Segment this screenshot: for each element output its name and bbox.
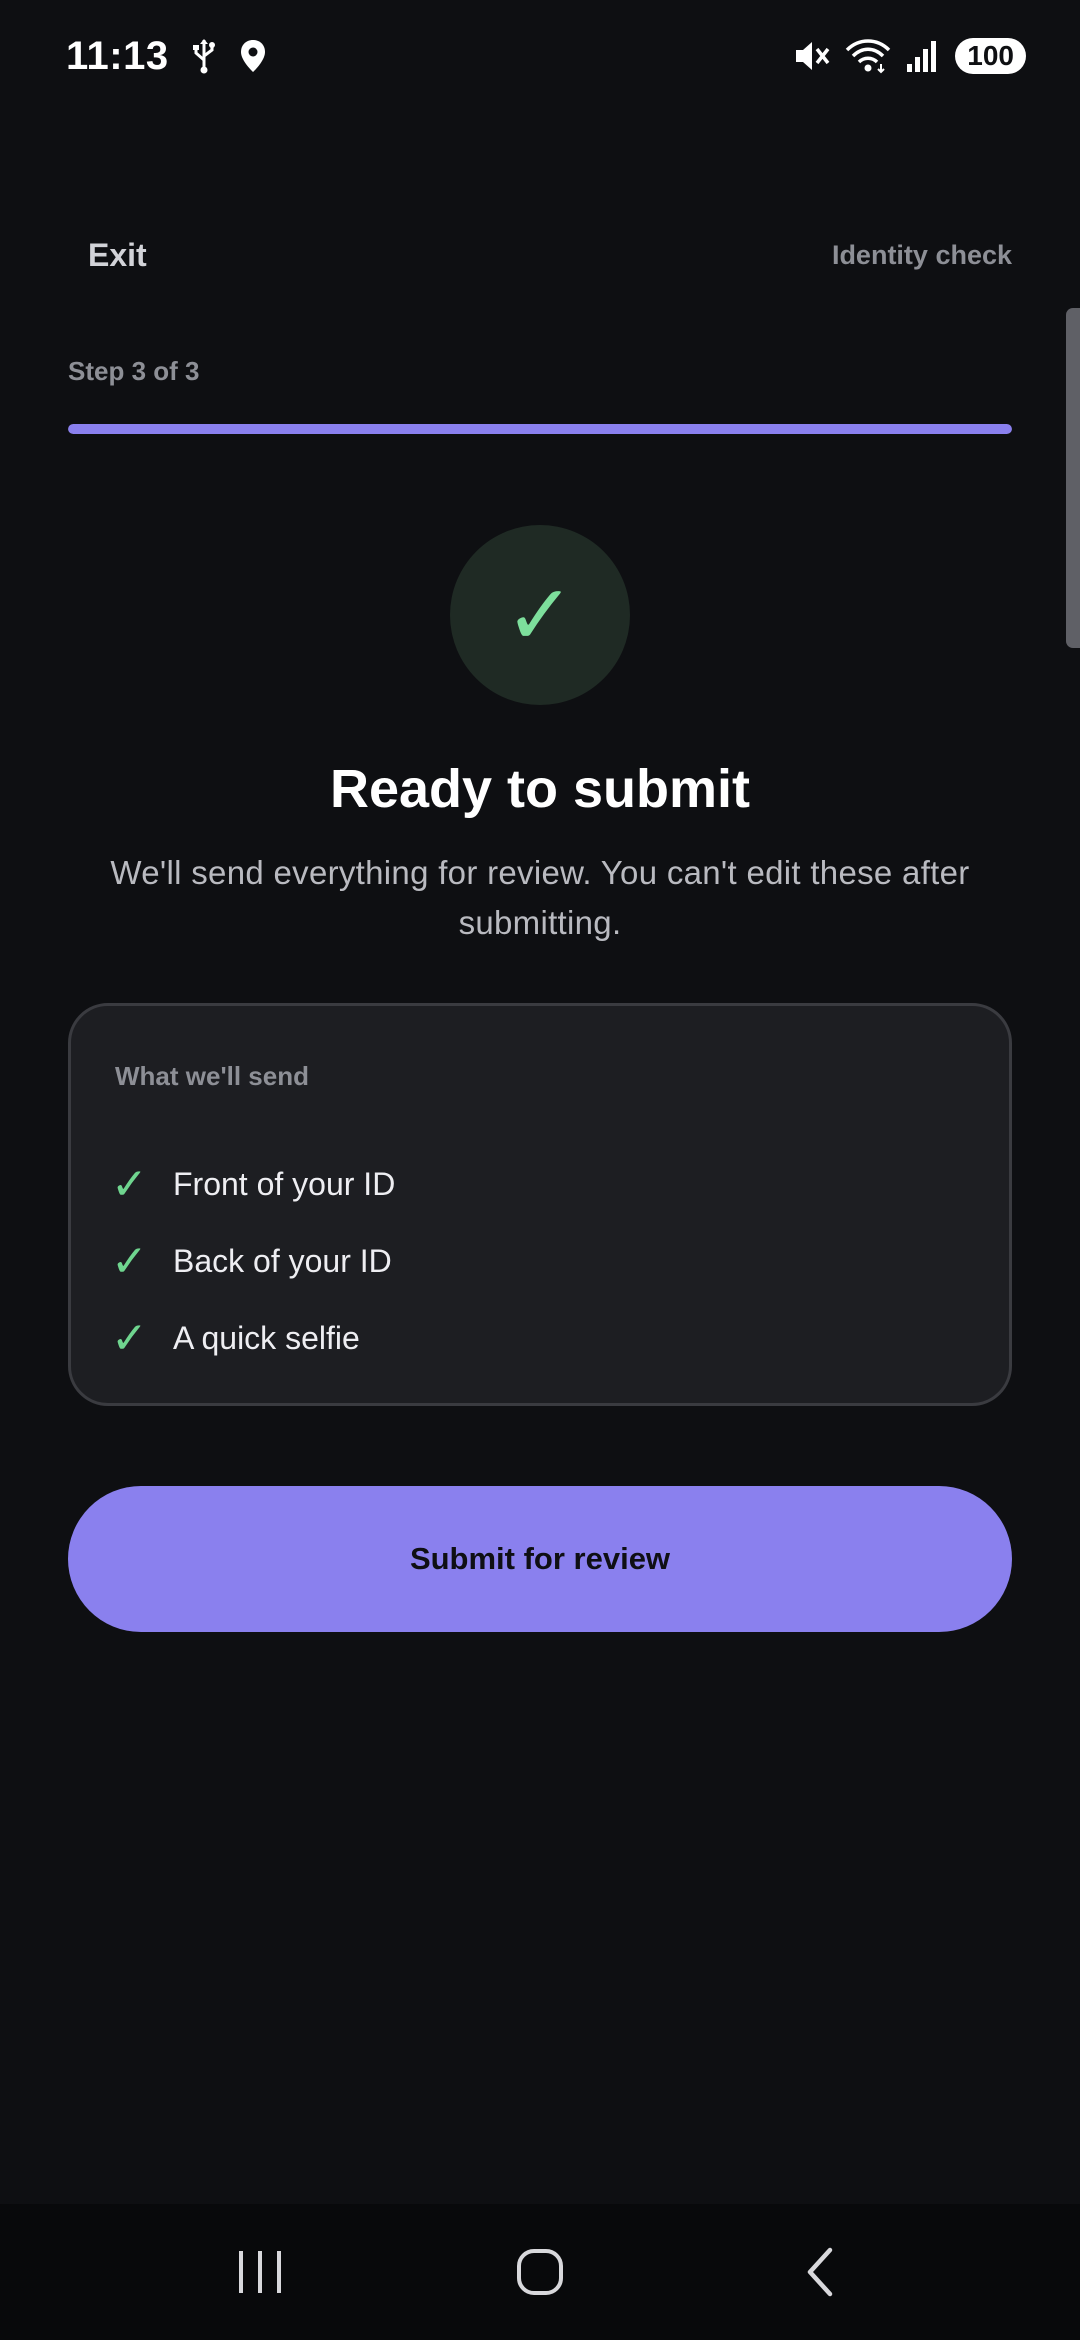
checkmark-icon: ✓ bbox=[111, 1237, 148, 1286]
system-nav-bar bbox=[0, 2204, 1080, 2340]
card-heading: What we'll send bbox=[115, 1061, 309, 1091]
page-title: Ready to submit bbox=[329, 759, 751, 819]
success-check-badge: ✓ bbox=[450, 525, 630, 705]
list-item: ✓ A quick selfie bbox=[111, 1300, 395, 1377]
progress-fill bbox=[68, 424, 1012, 434]
checkmark-icon: ✓ bbox=[111, 1314, 148, 1363]
battery-indicator: 100 bbox=[955, 38, 1026, 74]
back-icon[interactable] bbox=[760, 2222, 880, 2322]
status-left: 11:13 bbox=[66, 34, 267, 79]
home-icon[interactable] bbox=[480, 2222, 600, 2322]
signal-icon bbox=[905, 38, 941, 74]
wifi-icon bbox=[845, 38, 891, 74]
status-right: 100 bbox=[793, 38, 1026, 74]
list-item-label: Front of your ID bbox=[173, 1166, 396, 1202]
header: Exit Identity check bbox=[0, 225, 1080, 285]
scrollbar[interactable] bbox=[1066, 308, 1080, 648]
header-title: Identity check bbox=[831, 239, 1012, 270]
checkmark-icon: ✓ bbox=[111, 1160, 148, 1209]
submit-for-review-button[interactable]: Submit for review bbox=[68, 1486, 1012, 1632]
exit-button[interactable]: Exit bbox=[68, 229, 167, 282]
list-item: ✓ Back of your ID bbox=[111, 1223, 395, 1300]
step-label: Step 3 of 3 bbox=[68, 356, 200, 386]
submission-summary-card: What we'll send ✓ Front of your ID ✓ Bac… bbox=[68, 1003, 1012, 1406]
list-item: ✓ Front of your ID bbox=[111, 1146, 395, 1223]
location-icon bbox=[239, 38, 267, 74]
mute-icon bbox=[793, 38, 831, 74]
checkmark-icon: ✓ bbox=[504, 568, 576, 662]
recent-apps-icon[interactable] bbox=[200, 2222, 320, 2322]
progress-bar bbox=[68, 424, 1012, 434]
usb-icon bbox=[191, 38, 217, 74]
status-bar: 11:13 100 bbox=[0, 0, 1080, 112]
submission-list: ✓ Front of your ID ✓ Back of your ID ✓ A… bbox=[111, 1146, 395, 1377]
page-subtitle: We'll send everything for review. You ca… bbox=[110, 854, 970, 941]
list-item-label: Back of your ID bbox=[173, 1243, 392, 1279]
list-item-label: A quick selfie bbox=[173, 1320, 360, 1356]
status-time: 11:13 bbox=[66, 33, 169, 78]
